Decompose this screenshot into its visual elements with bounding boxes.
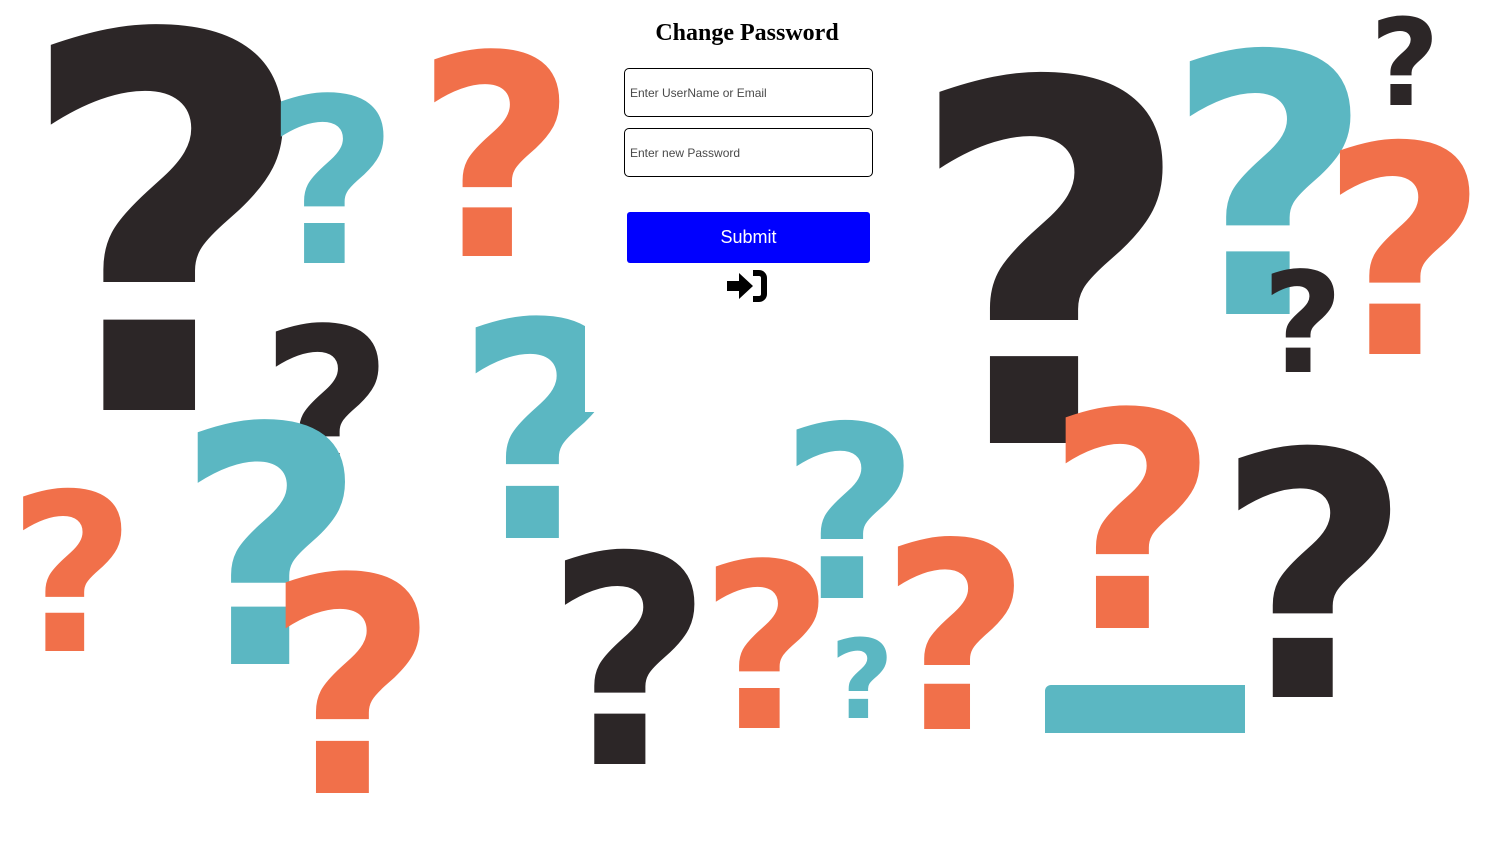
question-mark-glyph: ? (1045, 350, 1220, 699)
question-mark-glyph: ? (415, 0, 578, 323)
change-password-panel: Change Password Submit (585, 0, 909, 412)
question-mark-glyph: ? (265, 51, 399, 318)
teal-bar-shape (1045, 685, 1245, 733)
submit-button[interactable]: Submit (627, 212, 870, 263)
question-mark-glyph: ? (1320, 86, 1489, 423)
question-mark-glyph: ? (265, 515, 440, 864)
question-mark-glyph: ? (8, 447, 136, 703)
new-password-input[interactable] (624, 128, 873, 177)
question-mark-glyph: ? (1262, 243, 1344, 406)
username-email-input[interactable] (624, 68, 873, 117)
sign-in-icon[interactable] (727, 268, 769, 304)
page-title: Change Password (655, 20, 839, 46)
question-mark-glyph: ? (545, 496, 714, 833)
